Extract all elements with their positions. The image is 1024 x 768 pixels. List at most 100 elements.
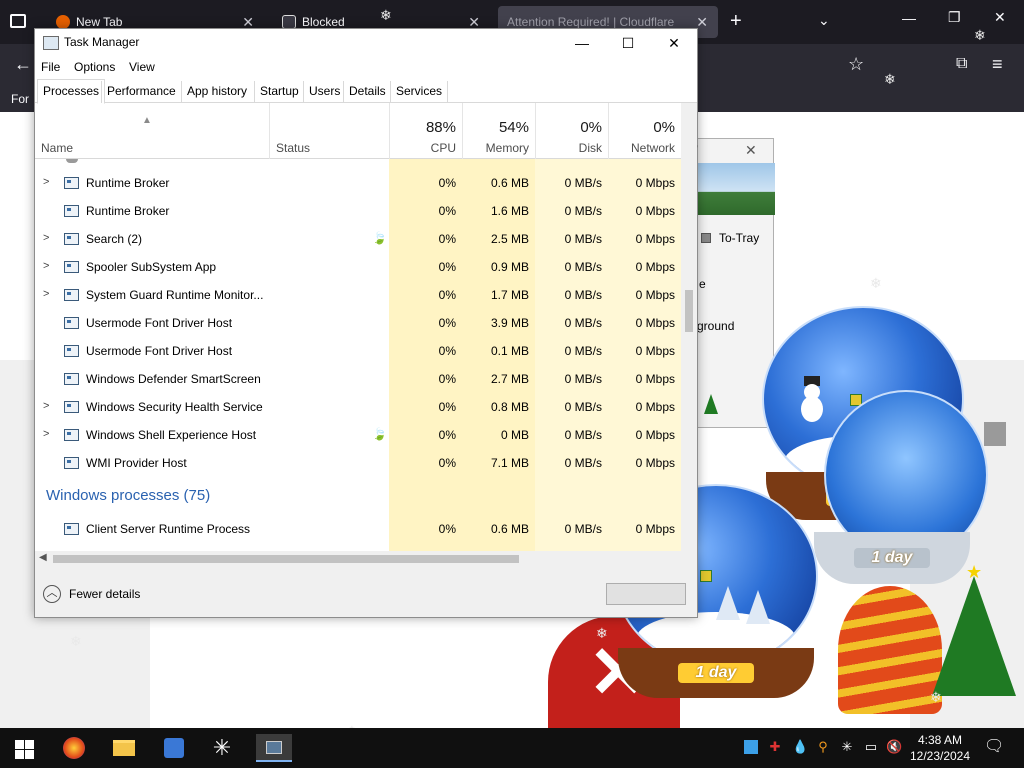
- extensions-icon[interactable]: ⧉: [956, 55, 967, 73]
- close-button[interactable]: ✕: [651, 29, 697, 57]
- browser-close-button[interactable]: ✕: [994, 9, 1006, 26]
- process-icon: [64, 177, 79, 189]
- tray-tools-icon[interactable]: ✚: [768, 740, 782, 754]
- process-disk: 0 MB/s: [564, 204, 602, 218]
- process-row[interactable]: > Windows Security Health Service 0% 0.8 MB…: [35, 393, 681, 421]
- expand-chevron-icon[interactable]: >: [43, 260, 49, 272]
- clock-time[interactable]: 4:38 AM: [905, 733, 975, 747]
- end-task-button[interactable]: [606, 583, 686, 605]
- tray-snowflake-icon[interactable]: ✳: [840, 740, 854, 754]
- column-status[interactable]: Status: [269, 103, 389, 159]
- notification-center-icon[interactable]: 🗨: [984, 739, 1004, 755]
- tray-app-icon[interactable]: [744, 740, 758, 754]
- column-name[interactable]: Name: [41, 141, 73, 155]
- menu-options[interactable]: Options: [74, 60, 115, 74]
- tab-overflow-chevron-icon[interactable]: ⌄: [818, 12, 830, 29]
- process-memory: 3.9 MB: [490, 316, 529, 330]
- chevron-up-circle-icon[interactable]: ︿: [43, 585, 61, 603]
- process-name: Spooler SubSystem App: [86, 260, 217, 274]
- title-bar[interactable]: Task Manager — ☐ ✕: [35, 29, 697, 57]
- tray-drop-icon[interactable]: 💧: [792, 740, 808, 754]
- bookmark-star-icon[interactable]: ☆: [848, 54, 864, 75]
- snowflake-app-icon[interactable]: ✳: [208, 734, 236, 762]
- to-tray-button[interactable]: To-Tray: [699, 229, 771, 249]
- browser-minimize-button[interactable]: —: [902, 10, 916, 26]
- expand-chevron-icon[interactable]: >: [43, 400, 49, 412]
- tab-details[interactable]: Details: [343, 81, 391, 103]
- vertical-scrollbar[interactable]: [681, 103, 697, 551]
- menu-view[interactable]: View: [129, 60, 155, 74]
- memory-total: 54%: [498, 119, 529, 136]
- horizontal-scrollbar[interactable]: ◀: [35, 551, 697, 567]
- maximize-button[interactable]: ☐: [605, 29, 651, 57]
- process-disk: 0 MB/s: [564, 176, 602, 190]
- expand-chevron-icon[interactable]: >: [43, 176, 49, 188]
- gift-icon: [700, 570, 712, 582]
- browser-restore-button[interactable]: ❐: [948, 9, 961, 26]
- task-manager-taskbar-icon[interactable]: [256, 734, 292, 762]
- tray-search-icon[interactable]: ⚲: [816, 740, 830, 754]
- column-memory[interactable]: 54% Memory: [462, 103, 535, 159]
- to-tray-label: To-Tray: [719, 231, 760, 245]
- process-row[interactable]: > Spooler SubSystem App 0% 0.9 MB 0 MB/s 0 Mb…: [35, 253, 681, 281]
- expand-chevron-icon[interactable]: >: [43, 428, 49, 440]
- tab-startup[interactable]: Startup: [254, 81, 304, 103]
- scroll-left-arrow-icon[interactable]: ◀: [39, 552, 47, 563]
- fewer-details-link[interactable]: Fewer details: [69, 587, 140, 601]
- expand-chevron-icon[interactable]: >: [43, 288, 49, 300]
- process-row[interactable]: Client Server Runtime Process 0% 0.6 MB 0 M…: [35, 515, 681, 543]
- process-memory: 0.9 MB: [490, 260, 529, 274]
- process-name: Windows Security Health Service: [86, 400, 263, 414]
- tab-performance[interactable]: Performance: [101, 81, 181, 103]
- process-name: Runtime Broker: [86, 176, 170, 190]
- tab-list-icon[interactable]: [10, 14, 26, 28]
- process-row[interactable]: Usermode Font Driver Host 0% 3.9 MB 0 MB/s 0…: [35, 309, 681, 337]
- process-row[interactable]: > Windows Shell Experience Host 🍃 0% 0 MB 0 M…: [35, 421, 681, 449]
- back-arrow-icon[interactable]: ←: [14, 54, 32, 75]
- new-tab-button[interactable]: +: [730, 10, 742, 33]
- network-label: Network: [630, 141, 675, 155]
- process-memory: 2.5 MB: [490, 232, 529, 246]
- expand-chevron-icon[interactable]: >: [43, 232, 49, 244]
- tab-processes[interactable]: Processes: [37, 79, 106, 104]
- process-cpu: 0%: [438, 316, 456, 330]
- process-row[interactable]: Usermode Font Driver Host 0% 0.1 MB 0 MB/s 0…: [35, 337, 681, 365]
- firefox-taskbar-icon[interactable]: [60, 734, 88, 762]
- process-row[interactable]: Windows Defender SmartScreen 0% 2.7 MB 0 MB…: [35, 365, 681, 393]
- clock-date[interactable]: 12/23/2024: [905, 749, 975, 763]
- tab-app-history[interactable]: App history: [181, 81, 252, 103]
- hamburger-menu-icon[interactable]: ≡: [992, 54, 1003, 75]
- bookmarks-label[interactable]: For: [11, 92, 29, 106]
- app-taskbar-icon[interactable]: [160, 734, 188, 762]
- bgapp-partial-text: e: [699, 277, 706, 291]
- process-memory: 2.7 MB: [490, 372, 529, 386]
- column-disk[interactable]: 0% Disk: [535, 103, 608, 159]
- menu-file[interactable]: File: [41, 60, 60, 74]
- file-explorer-icon[interactable]: [110, 734, 138, 762]
- tab-users[interactable]: Users: [303, 81, 345, 103]
- process-row[interactable]: Runtime Broker 0% 1.6 MB 0 MB/s 0 Mbps: [35, 197, 681, 225]
- start-button[interactable]: [10, 734, 38, 762]
- process-disk: 0 MB/s: [564, 456, 602, 470]
- network-icon[interactable]: ▭: [864, 740, 878, 754]
- minimize-button[interactable]: —: [559, 29, 605, 57]
- column-network[interactable]: 0% Network: [608, 103, 681, 159]
- horizontal-scroll-thumb[interactable]: [53, 555, 519, 563]
- process-row[interactable]: > Runtime Broker 0% 0.6 MB 0 MB/s 0 Mbps: [35, 169, 681, 197]
- process-cpu: 0%: [438, 456, 456, 470]
- process-network: 0 Mbps: [635, 372, 675, 386]
- cpu-total: 88%: [425, 119, 456, 136]
- column-cpu[interactable]: 88% CPU: [389, 103, 462, 159]
- blocked-page-icon: [282, 15, 296, 29]
- tab-services[interactable]: Services: [390, 81, 449, 103]
- vertical-scroll-thumb[interactable]: [685, 290, 693, 332]
- tab-strip: Processes Performance App history Startu…: [35, 79, 697, 104]
- process-row[interactable]: > System Guard Runtime Monitor... 0% 1.7 MB…: [35, 281, 681, 309]
- process-group-header[interactable]: Windows processes (75): [35, 481, 681, 515]
- volume-muted-icon[interactable]: 🔇: [886, 740, 902, 754]
- bgapp-close-icon[interactable]: ✕: [745, 142, 757, 159]
- process-row[interactable]: WMI Provider Host 0% 7.1 MB 0 MB/s 0 Mbps: [35, 449, 681, 477]
- process-name: Usermode Font Driver Host: [86, 344, 233, 358]
- snowflake-icon: ❄: [596, 625, 608, 641]
- process-row[interactable]: > Search (2) 🍃 0% 2.5 MB 0 MB/s 0 Mbps: [35, 225, 681, 253]
